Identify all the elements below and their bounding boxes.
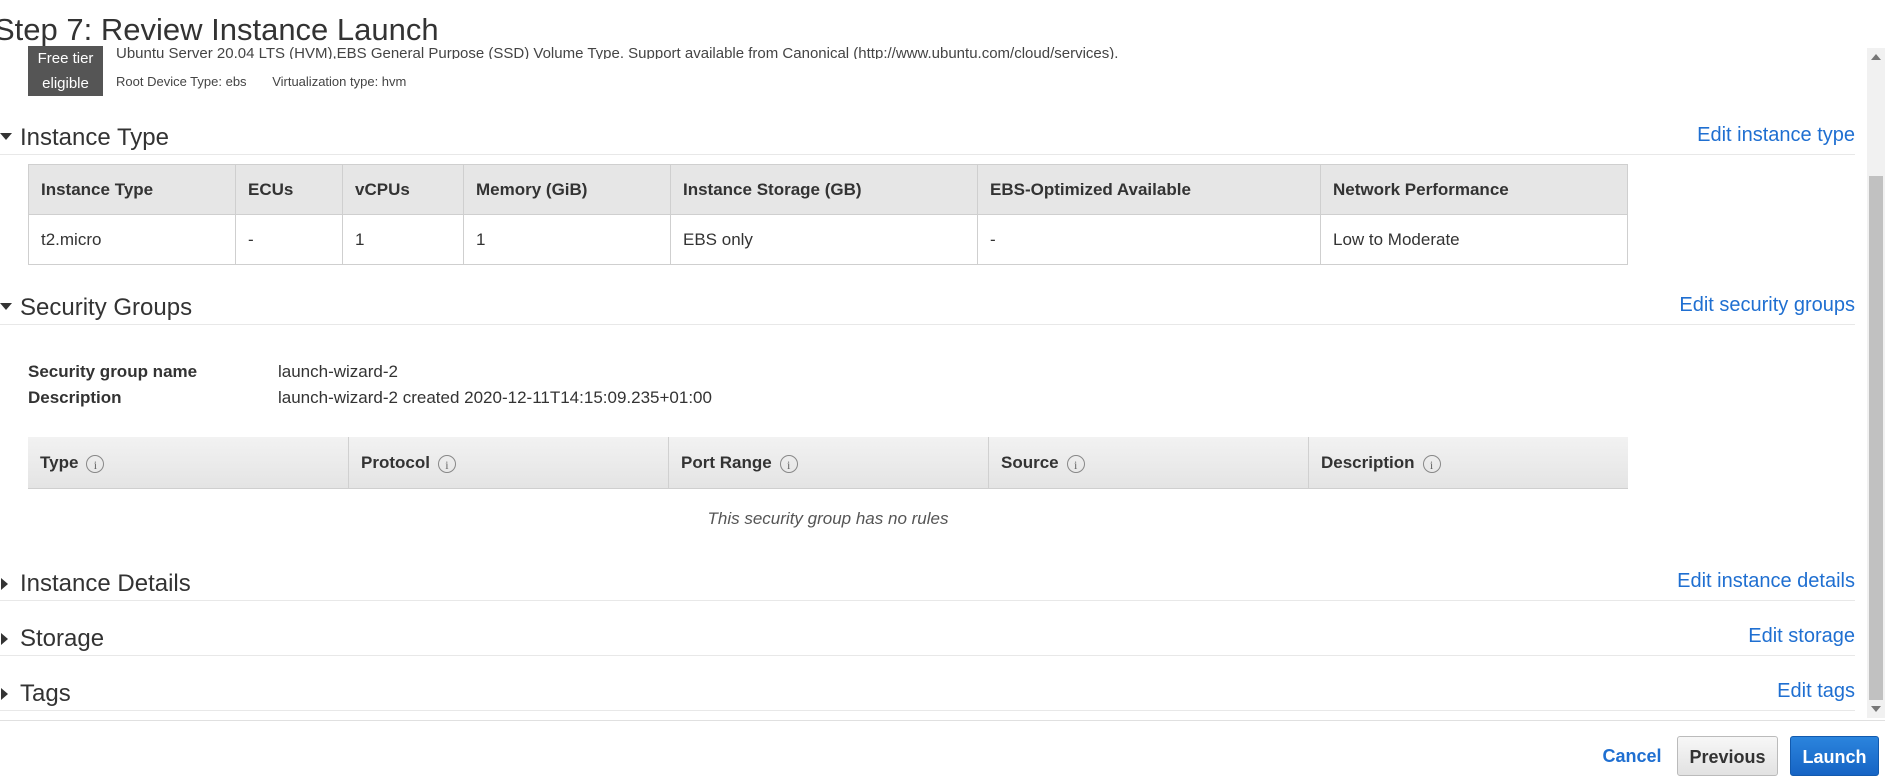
free-tier-badge: Free tier eligible xyxy=(28,46,103,96)
rules-col-source: Source i xyxy=(988,437,1309,488)
badge-line-1: Free tier xyxy=(37,50,94,67)
ami-meta: Root Device Type: ebs Virtualization typ… xyxy=(116,74,406,89)
info-icon[interactable]: i xyxy=(779,454,798,473)
section-label: Instance Details xyxy=(20,570,191,597)
section-label: Security Groups xyxy=(20,294,193,321)
vertical-scrollbar[interactable] xyxy=(1867,48,1885,718)
col-label: Type xyxy=(40,453,79,472)
section-label: Instance Type xyxy=(20,124,169,151)
caret-right-icon[interactable] xyxy=(1,578,8,590)
launch-button[interactable]: Launch xyxy=(1790,736,1879,776)
scrollbar-thumb[interactable] xyxy=(1869,176,1883,700)
col-label: Description xyxy=(1321,453,1415,472)
section-storage[interactable]: Storage Edit storage xyxy=(0,625,1855,656)
scroll-up-arrow-icon[interactable] xyxy=(1871,54,1881,60)
security-group-description-label: Description xyxy=(28,388,122,407)
scroll-down-arrow-icon[interactable] xyxy=(1871,706,1881,712)
col-label: Source xyxy=(1001,453,1059,472)
section-instance-details[interactable]: Instance Details Edit instance details xyxy=(0,570,1855,601)
section-tags[interactable]: Tags Edit tags xyxy=(0,680,1855,711)
edit-storage-link[interactable]: Edit storage xyxy=(1748,625,1855,648)
security-group-name-label: Security group name xyxy=(28,362,198,381)
edit-instance-type-link[interactable]: Edit instance type xyxy=(1697,124,1855,147)
table-cell: 1 xyxy=(463,214,671,265)
table-cell: - xyxy=(977,214,1321,265)
no-rules-message: This security group has no rules xyxy=(707,509,949,528)
col-header: Memory (GiB) xyxy=(463,164,671,215)
table-cell: EBS only xyxy=(670,214,978,265)
caret-right-icon[interactable] xyxy=(1,688,8,700)
col-header: Instance Storage (GB) xyxy=(670,164,978,215)
virtualization-type: Virtualization type: hvm xyxy=(272,74,407,89)
edit-security-groups-link[interactable]: Edit security groups xyxy=(1679,294,1855,317)
info-icon[interactable]: i xyxy=(1066,454,1085,473)
security-group-description-value: launch-wizard-2 created 2020-12-11T14:15… xyxy=(278,388,712,407)
rules-col-port-range: Port Range i xyxy=(668,437,989,488)
table-cell: - xyxy=(235,214,343,265)
security-group-name-value: launch-wizard-2 xyxy=(278,362,398,381)
caret-down-icon[interactable] xyxy=(0,303,12,310)
section-security-groups[interactable]: Security Groups Edit security groups xyxy=(0,294,1855,325)
cancel-button[interactable]: Cancel xyxy=(1592,736,1672,776)
section-instance-type[interactable]: Instance Type Edit instance type xyxy=(0,124,1855,155)
col-header: EBS-Optimized Available xyxy=(977,164,1321,215)
badge-line-2: eligible xyxy=(42,75,89,92)
col-header: ECUs xyxy=(235,164,343,215)
caret-down-icon[interactable] xyxy=(0,133,12,140)
info-icon[interactable]: i xyxy=(1422,454,1441,473)
footer-divider xyxy=(0,720,1885,721)
instance-type-table: Instance Type ECUs vCPUs Memory (GiB) In… xyxy=(28,164,1628,265)
table-cell: 1 xyxy=(342,214,464,265)
section-label: Storage xyxy=(20,625,105,652)
table-header-row: Instance Type ECUs vCPUs Memory (GiB) In… xyxy=(28,164,1628,215)
caret-right-icon[interactable] xyxy=(1,633,8,645)
rules-col-description: Description i xyxy=(1308,437,1629,488)
col-header: vCPUs xyxy=(342,164,464,215)
ami-description: Ubuntu Server 20.04 LTS (HVM),EBS Genera… xyxy=(116,45,1119,59)
info-icon[interactable]: i xyxy=(437,454,456,473)
previous-button[interactable]: Previous xyxy=(1677,736,1778,776)
col-header: Instance Type xyxy=(28,164,236,215)
rules-col-type: Type i xyxy=(28,437,348,488)
col-label: Port Range xyxy=(681,453,772,472)
rules-col-protocol: Protocol i xyxy=(348,437,669,488)
edit-tags-link[interactable]: Edit tags xyxy=(1777,680,1855,703)
rules-table-header: Type i Protocol i Port Range i Source i Desc… xyxy=(28,437,1628,489)
table-cell: t2.micro xyxy=(28,214,236,265)
col-label: Protocol xyxy=(361,453,430,472)
root-device-type: Root Device Type: ebs xyxy=(116,74,247,89)
table-row: t2.micro - 1 1 EBS only - Low to Moderat… xyxy=(28,214,1628,265)
edit-instance-details-link[interactable]: Edit instance details xyxy=(1677,570,1855,593)
info-icon[interactable]: i xyxy=(86,454,105,473)
table-cell: Low to Moderate xyxy=(1320,214,1628,265)
section-label: Tags xyxy=(20,680,71,707)
col-header: Network Performance xyxy=(1320,164,1628,215)
